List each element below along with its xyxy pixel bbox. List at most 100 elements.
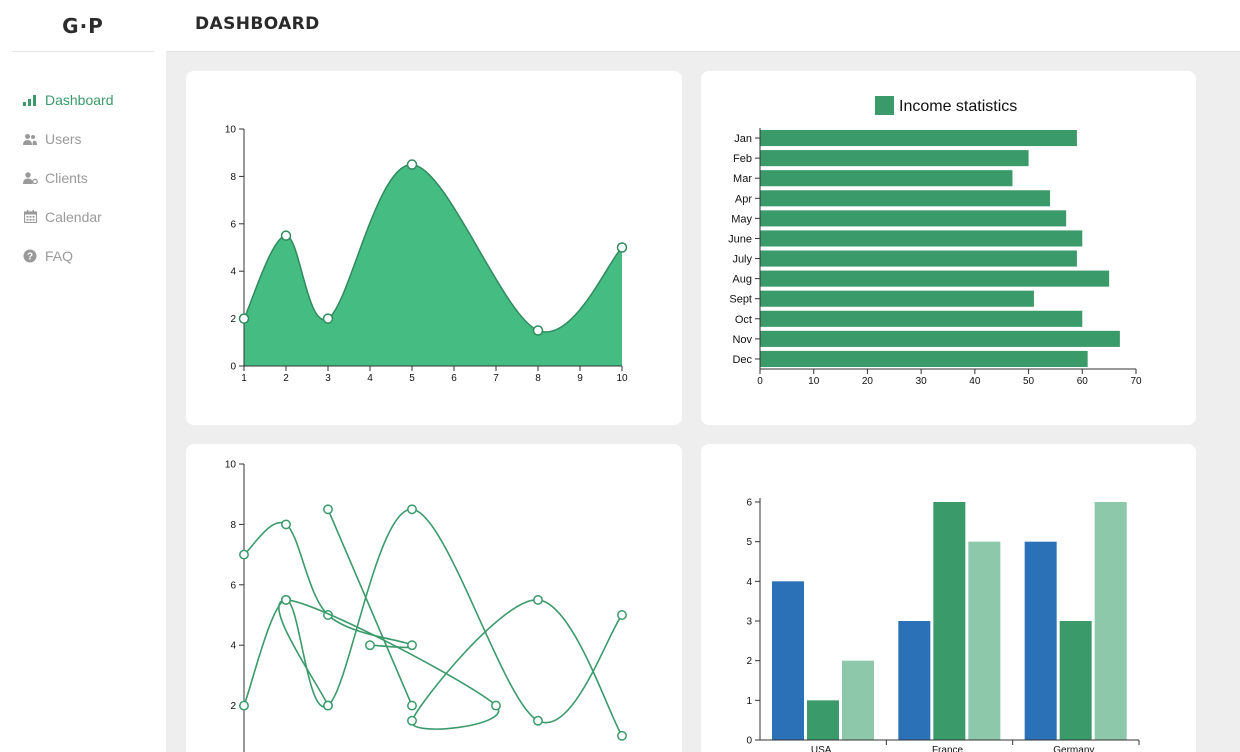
data-point bbox=[532, 325, 544, 336]
sidebar-item-clients[interactable]: Clients bbox=[22, 158, 162, 197]
bar bbox=[760, 170, 1013, 187]
users-icon bbox=[22, 131, 38, 147]
data-point bbox=[533, 594, 543, 605]
x-tick-label: 1 bbox=[241, 373, 247, 384]
y-tick-label: 0 bbox=[746, 736, 752, 747]
legend-label: Income statistics bbox=[899, 98, 1017, 115]
data-point bbox=[533, 715, 543, 726]
sidebar-item-calendar[interactable]: Calendar bbox=[22, 197, 162, 236]
y-tick-label: 10 bbox=[225, 460, 237, 471]
y-tick-label: July bbox=[732, 254, 752, 266]
y-tick-label: 8 bbox=[230, 172, 236, 183]
data-point bbox=[239, 700, 249, 711]
svg-text:?: ? bbox=[27, 251, 33, 262]
page-title: DASHBOARD bbox=[195, 14, 320, 34]
data-point bbox=[323, 504, 333, 515]
bar bbox=[807, 700, 839, 740]
y-tick-label: Nov bbox=[732, 334, 752, 346]
bar bbox=[968, 541, 1001, 740]
bar bbox=[760, 190, 1051, 207]
data-point bbox=[617, 730, 627, 741]
data-point bbox=[365, 640, 375, 651]
y-tick-label: 4 bbox=[230, 267, 236, 278]
data-point bbox=[406, 159, 418, 170]
sidebar-item-label: Dashboard bbox=[45, 91, 114, 108]
y-tick-label: 4 bbox=[230, 641, 236, 652]
bar bbox=[760, 250, 1077, 267]
data-point bbox=[407, 640, 417, 651]
sidebar-item-faq[interactable]: ? FAQ bbox=[22, 236, 162, 275]
y-tick-label: 10 bbox=[225, 125, 237, 136]
bar bbox=[1024, 541, 1057, 740]
question-icon: ? bbox=[22, 248, 38, 264]
y-tick-label: 2 bbox=[230, 701, 236, 712]
area-chart: 02468101 2 3 4 5 6 7 8 9 10 bbox=[225, 125, 628, 385]
bar bbox=[760, 150, 1029, 167]
y-tick-label: Apr bbox=[735, 193, 752, 205]
x-tick-label: 50 bbox=[1023, 376, 1035, 387]
y-tick-label: 6 bbox=[746, 498, 752, 509]
y-tick-label: 5 bbox=[746, 537, 752, 548]
x-tick-label: 5 bbox=[409, 373, 415, 384]
clients-icon bbox=[22, 170, 38, 186]
y-tick-label: 6 bbox=[230, 580, 236, 591]
bar bbox=[760, 230, 1083, 247]
data-point bbox=[281, 519, 291, 530]
sidebar-item-users[interactable]: Users bbox=[22, 119, 162, 158]
x-tick-label: 20 bbox=[862, 376, 874, 387]
bar bbox=[933, 502, 966, 740]
sidebar-nav: Dashboard Users Clients Calendar ? FAQ bbox=[22, 80, 162, 275]
series-line bbox=[278, 599, 623, 737]
sidebar-item-label: FAQ bbox=[45, 247, 74, 264]
y-tick-label: 2 bbox=[230, 314, 236, 325]
x-tick-label: 9 bbox=[577, 373, 583, 384]
y-tick-label: Feb bbox=[733, 153, 752, 165]
data-point bbox=[323, 700, 333, 711]
x-tick-label: 10 bbox=[808, 376, 820, 387]
sidebar: G·P Dashboard Users Clients Calendar ? F… bbox=[0, 0, 166, 752]
x-tick-label: USA bbox=[811, 745, 832, 752]
x-tick-label: 8 bbox=[535, 373, 541, 384]
x-tick-label: 10 bbox=[616, 373, 628, 384]
x-tick-label: 70 bbox=[1130, 376, 1142, 387]
x-tick-label: France bbox=[932, 745, 964, 752]
sidebar-item-dashboard[interactable]: Dashboard bbox=[22, 80, 162, 119]
x-tick-label: 4 bbox=[367, 373, 373, 384]
series-line bbox=[243, 521, 414, 649]
data-point bbox=[617, 610, 627, 620]
y-tick-label: May bbox=[731, 213, 752, 225]
bar bbox=[760, 350, 1088, 367]
data-point bbox=[616, 242, 628, 253]
data-point bbox=[239, 549, 249, 560]
y-tick-label: 2 bbox=[746, 656, 752, 667]
grouped-bar-chart: USA France Germany 0 1 2 3 4 5 6 bbox=[746, 498, 1140, 752]
y-tick-label: Oct bbox=[735, 314, 752, 326]
data-point bbox=[238, 313, 250, 324]
bar bbox=[898, 621, 931, 740]
income-bar-chart: Income statistics Jan Feb Mar Apr May June July… bbox=[728, 96, 1142, 387]
bar bbox=[760, 290, 1034, 307]
data-point bbox=[491, 700, 501, 711]
bar bbox=[760, 330, 1120, 347]
sidebar-item-label: Users bbox=[45, 130, 82, 147]
income-chart-card: Income statistics Jan Feb Mar Apr May June July… bbox=[701, 71, 1196, 425]
legend-swatch bbox=[875, 96, 894, 115]
app-logo[interactable]: G·P bbox=[12, 0, 154, 52]
grouped-bar-chart-card: USA France Germany 0 1 2 3 4 5 6 bbox=[701, 444, 1196, 752]
y-tick-label: 8 bbox=[230, 520, 236, 531]
y-tick-label: Sept bbox=[729, 294, 752, 306]
x-tick-label: 2 bbox=[283, 373, 289, 384]
top-bar: DASHBOARD bbox=[166, 0, 1240, 52]
sidebar-item-label: Calendar bbox=[45, 208, 102, 225]
y-tick-label: Dec bbox=[732, 354, 752, 366]
bar-chart-icon bbox=[22, 92, 38, 108]
bar bbox=[1094, 502, 1127, 740]
bar bbox=[772, 581, 804, 740]
data-point bbox=[280, 230, 292, 241]
bar bbox=[760, 270, 1110, 287]
bar bbox=[1059, 621, 1092, 740]
x-tick-label: 60 bbox=[1077, 376, 1089, 387]
y-tick-label: 3 bbox=[746, 617, 752, 628]
line-chart-card: 2 4 6 8 10 bbox=[186, 444, 682, 752]
x-tick-label: 40 bbox=[969, 376, 981, 387]
